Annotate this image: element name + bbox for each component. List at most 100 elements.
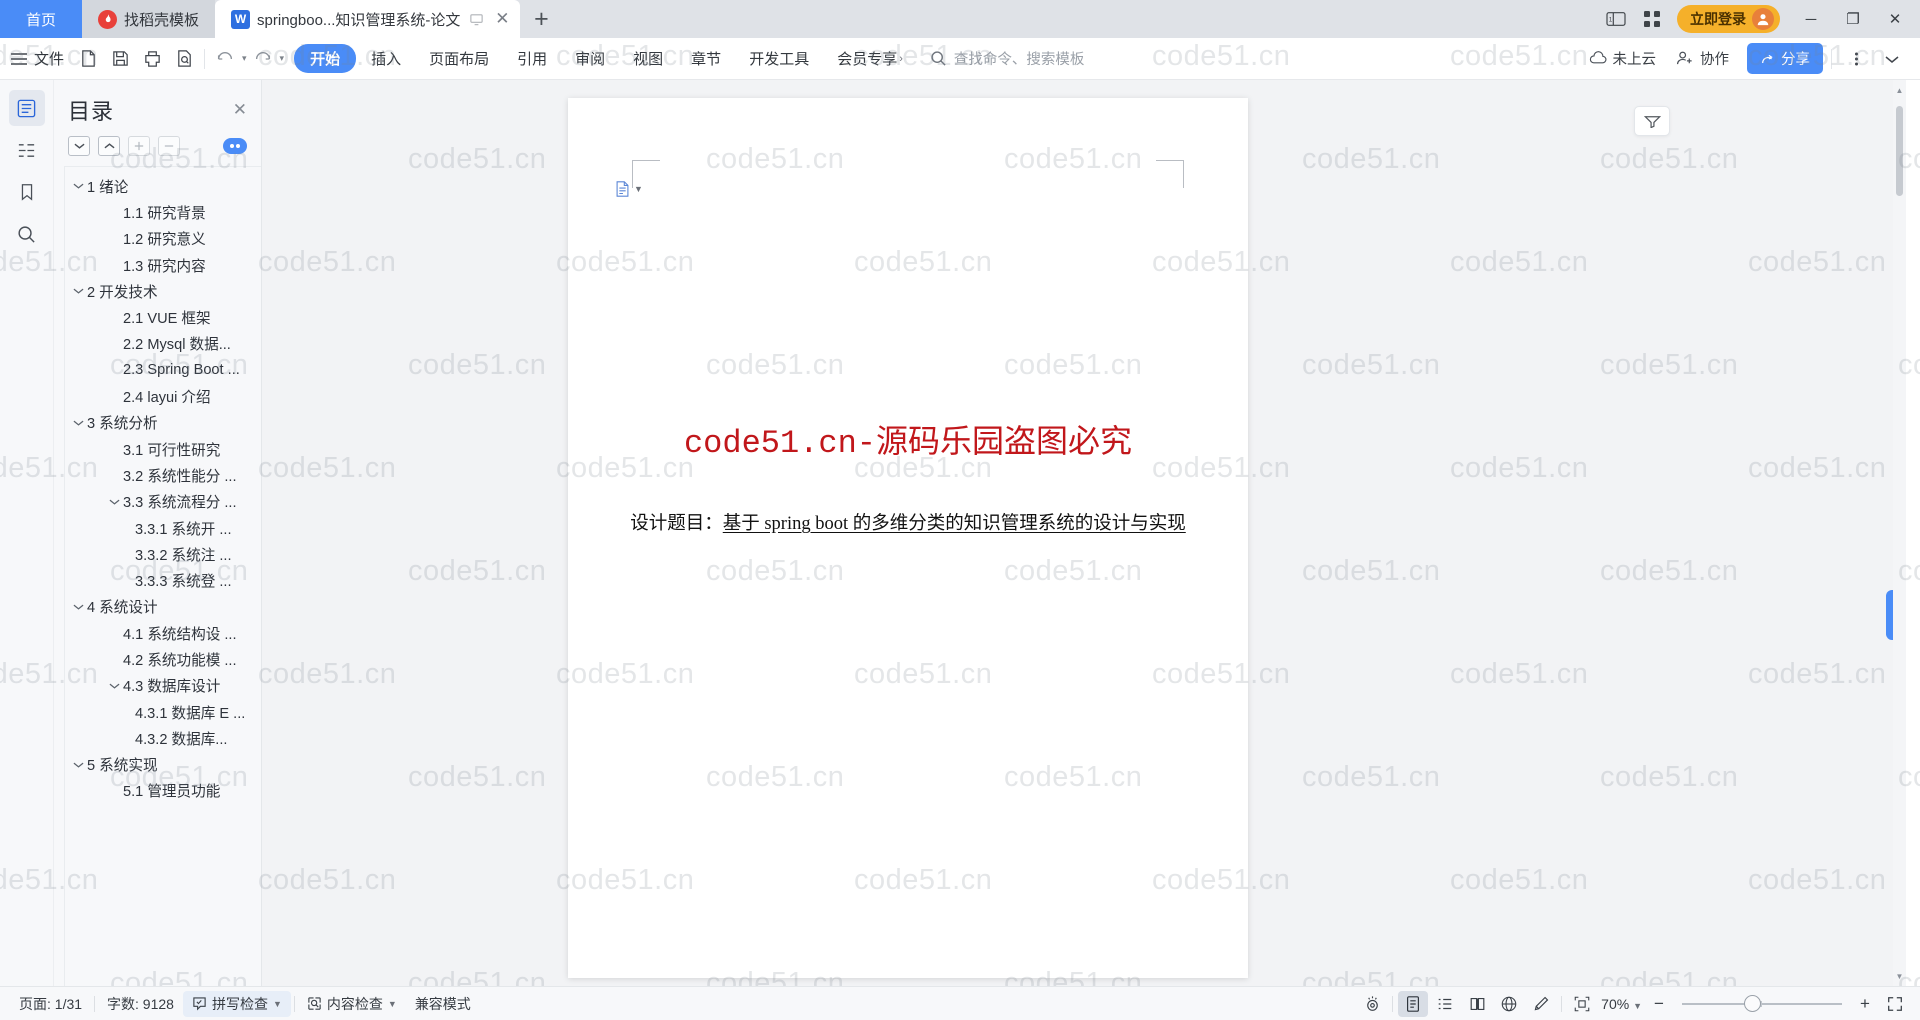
page-format-icon[interactable]: ▼: [614, 180, 643, 198]
document-page[interactable]: ▼ code51.cn-源码乐园盗图必究 设计题目：基于 spring boot…: [568, 98, 1248, 978]
zoom-level-label[interactable]: 70% ▼: [1599, 996, 1644, 1012]
tab-home[interactable]: 首页: [0, 0, 83, 38]
undo-caret-icon[interactable]: ▾: [242, 53, 247, 64]
zoom-out-button[interactable]: −: [1646, 991, 1672, 1017]
apps-grid-icon[interactable]: [1637, 5, 1667, 33]
print-preview-icon[interactable]: [168, 44, 200, 74]
view-mode-reading-icon[interactable]: [1462, 991, 1492, 1017]
split-screen-icon[interactable]: 1: [1601, 5, 1631, 33]
ribbon-tab-insert[interactable]: 插入: [358, 44, 414, 73]
toc-item[interactable]: 4.2 系统功能模 ...: [65, 646, 261, 672]
toc-item[interactable]: 3.1 可行性研究: [65, 436, 261, 462]
toc-item[interactable]: 4.1 系统结构设 ...: [65, 620, 261, 646]
toc-item[interactable]: 1 绪论: [65, 173, 261, 199]
view-mode-outline-icon[interactable]: [1430, 991, 1460, 1017]
toc-item[interactable]: 3.3 系统流程分 ...: [65, 489, 261, 515]
toc-collapse-all-button[interactable]: [158, 136, 180, 156]
toc-item[interactable]: 4.3 数据库设计: [65, 673, 261, 699]
fullscreen-icon[interactable]: [1880, 991, 1910, 1017]
tab-document[interactable]: W springboo...知识管理系统-论文 ✕: [215, 0, 521, 38]
fit-page-icon[interactable]: [1567, 991, 1597, 1017]
ribbon-tab-review[interactable]: 审阅: [562, 44, 618, 73]
toc-item-list[interactable]: 1 绪论 1.1 研究背景 1.2 研究意义 1.3 研究内容 2 开发技术 2.1 VU…: [64, 166, 261, 986]
scroll-down-arrow-icon[interactable]: ▼: [1893, 968, 1906, 984]
toc-item[interactable]: 3.2 系统性能分 ...: [65, 462, 261, 488]
redo-icon[interactable]: [247, 44, 279, 74]
tab-close-icon[interactable]: ✕: [492, 9, 512, 29]
toc-item[interactable]: 3.3.1 系统开 ...: [65, 515, 261, 541]
file-menu-button[interactable]: 文件: [6, 44, 72, 74]
ribbon-tab-view[interactable]: 视图: [620, 44, 676, 73]
document-filter-button[interactable]: [1634, 106, 1670, 136]
toc-item[interactable]: 4.3.1 数据库 E ...: [65, 699, 261, 725]
redo-caret-icon[interactable]: ▾: [280, 53, 285, 64]
toc-item[interactable]: 2.4 layui 介绍: [65, 383, 261, 409]
view-mode-web-icon[interactable]: [1494, 991, 1524, 1017]
chevron-down-icon[interactable]: [69, 419, 87, 427]
ribbon-tab-developer[interactable]: 开发工具: [736, 44, 822, 73]
toc-style-toggle[interactable]: [223, 138, 247, 154]
search-input[interactable]: 查找命令、搜索模板: [930, 48, 1084, 69]
chevron-down-icon[interactable]: [69, 287, 87, 295]
focus-eye-icon[interactable]: [1357, 991, 1387, 1017]
print-icon[interactable]: [136, 44, 168, 74]
rail-bookmark-icon[interactable]: [9, 174, 45, 210]
undo-icon[interactable]: [209, 44, 241, 74]
toc-item[interactable]: 2 开发技术: [65, 278, 261, 304]
collaborate-button[interactable]: 协作: [1668, 44, 1737, 73]
scroll-up-arrow-icon[interactable]: ▲: [1893, 82, 1906, 98]
ribbon-tab-member[interactable]: 会员专享 ›: [824, 44, 916, 73]
toc-item[interactable]: 5 系统实现: [65, 752, 261, 778]
toc-item[interactable]: 4 系统设计: [65, 594, 261, 620]
toc-prev-heading-button[interactable]: [98, 136, 120, 156]
window-minimize-button[interactable]: ─: [1790, 0, 1832, 38]
toc-item[interactable]: 4.3.2 数据库...: [65, 725, 261, 751]
chevron-down-icon[interactable]: [105, 682, 123, 690]
scrollbar-thumb[interactable]: [1896, 106, 1903, 196]
share-button[interactable]: 分享: [1747, 43, 1823, 74]
toc-close-icon[interactable]: ✕: [233, 100, 247, 120]
toc-item[interactable]: 3 系统分析: [65, 410, 261, 436]
spellcheck-button[interactable]: 拼写检查 ▼: [182, 990, 291, 1017]
toc-expand-all-button[interactable]: [128, 136, 150, 156]
ribbon-tab-section[interactable]: 章节: [678, 44, 734, 73]
toc-item[interactable]: 5.1 管理员功能: [65, 778, 261, 804]
chevron-down-icon[interactable]: ▼: [273, 999, 282, 1009]
toc-next-heading-button[interactable]: [68, 136, 90, 156]
toc-item[interactable]: 2.2 Mysql 数据...: [65, 331, 261, 357]
toc-item[interactable]: 1.2 研究意义: [65, 226, 261, 252]
toc-item[interactable]: 1.1 研究背景: [65, 199, 261, 225]
collapse-ribbon-icon[interactable]: [1876, 44, 1908, 74]
zoom-in-button[interactable]: +: [1852, 991, 1878, 1017]
edit-pen-icon[interactable]: [1526, 991, 1556, 1017]
toc-item[interactable]: 3.3.2 系统注 ...: [65, 541, 261, 567]
rail-search-icon[interactable]: [9, 216, 45, 252]
ribbon-tab-references[interactable]: 引用: [504, 44, 560, 73]
toc-item[interactable]: 2.1 VUE 框架: [65, 304, 261, 330]
chevron-down-icon[interactable]: [105, 498, 123, 506]
chevron-down-icon[interactable]: ▼: [388, 999, 397, 1009]
new-document-icon[interactable]: [72, 44, 104, 74]
more-options-icon[interactable]: [1840, 44, 1872, 74]
zoom-slider-knob[interactable]: [1744, 995, 1761, 1012]
rail-outline-icon[interactable]: [9, 132, 45, 168]
ribbon-tab-page-layout[interactable]: 页面布局: [416, 44, 502, 73]
toc-item[interactable]: 1.3 研究内容: [65, 252, 261, 278]
save-icon[interactable]: [104, 44, 136, 74]
zoom-slider[interactable]: [1682, 991, 1842, 1017]
document-canvas[interactable]: ▼ code51.cn-源码乐园盗图必究 设计题目：基于 spring boot…: [262, 80, 1906, 986]
vertical-scrollbar[interactable]: ▲ ▼: [1893, 80, 1906, 986]
ribbon-tab-start[interactable]: 开始: [294, 44, 357, 73]
cloud-status-button[interactable]: 未上云: [1581, 44, 1665, 73]
rail-toc-icon[interactable]: [8, 90, 45, 126]
login-button[interactable]: 立即登录: [1677, 5, 1780, 33]
tab-template-store[interactable]: 找稻壳模板: [82, 0, 216, 38]
chevron-down-icon[interactable]: [69, 761, 87, 769]
new-tab-button[interactable]: +: [520, 0, 562, 38]
content-check-button[interactable]: 内容检查 ▼: [298, 991, 406, 1017]
window-maximize-button[interactable]: ❐: [1832, 0, 1874, 38]
chevron-down-icon[interactable]: [69, 603, 87, 611]
toc-item[interactable]: 2.3 Spring Boot ...: [65, 357, 261, 383]
tab-screen-icon[interactable]: [467, 10, 485, 28]
chevron-down-icon[interactable]: [69, 182, 87, 190]
